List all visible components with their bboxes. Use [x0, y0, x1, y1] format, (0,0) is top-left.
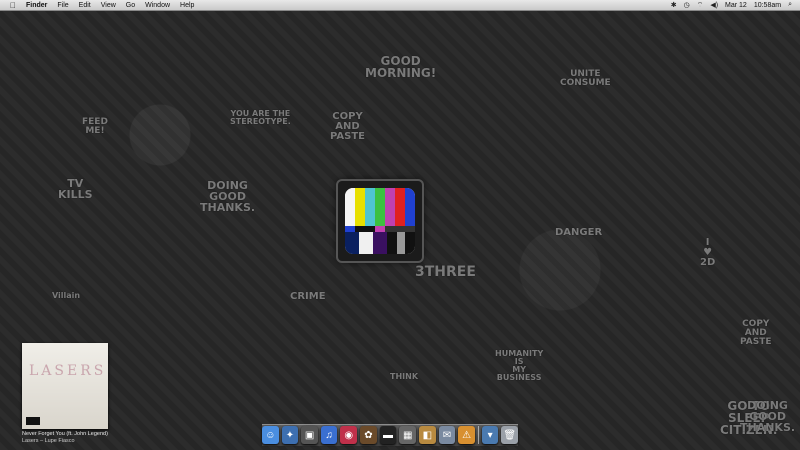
safari-icon[interactable]: ✦ [281, 426, 299, 444]
track-artist: Lasers – Lupe Fiasco [22, 438, 75, 444]
apple-icon[interactable]:  [8, 1, 18, 10]
wallpaper-text: GOOD MORNING! [365, 54, 437, 80]
wallpaper-text: FEED ME! [82, 117, 108, 136]
mail-icon[interactable]: ✉ [438, 426, 456, 444]
terminal-icon[interactable]: ▬ [379, 426, 397, 444]
photo-booth-icon[interactable]: ◉ [340, 426, 358, 444]
finder-icon[interactable]: ☺ [261, 426, 279, 444]
menubar-date[interactable]: Mar 12 [725, 2, 747, 9]
wallpaper-text: Villain [52, 291, 81, 300]
wallpaper-text: DANGER [555, 227, 603, 238]
wallpaper-text: DOING GOOD THANKS. [740, 399, 796, 434]
wallpaper-text: TV KILLS [58, 177, 93, 201]
preview-icon[interactable]: ◧ [418, 426, 436, 444]
track-title: Never Forget You (ft. John Legend) [22, 431, 108, 437]
trash-icon[interactable]: 🗑 [501, 426, 519, 444]
menu-finder[interactable]: Finder [26, 2, 47, 9]
wifi-icon[interactable]: ⌔ [697, 1, 704, 10]
itunes-icon[interactable]: ♫ [320, 426, 338, 444]
wallpaper-text: COPY AND PASTE [330, 111, 366, 142]
menu-bar:  Finder File Edit View Go Window Help ✱… [0, 0, 800, 11]
dock: ☺ ✦ ▣ ♫ ◉ ✿ ▬ ▦ ◧ ✉ ⚠ ▾ 🗑 [261, 424, 519, 446]
app-store-icon[interactable]: ⚠ [458, 426, 475, 444]
menu-window[interactable]: Window [145, 2, 170, 9]
dock-separator [477, 426, 479, 444]
tv-screen [345, 188, 415, 254]
menu-go[interactable]: Go [126, 2, 135, 9]
parental-advisory-icon [26, 417, 40, 425]
time-machine-icon[interactable]: ◷ [684, 1, 690, 9]
menubar-time[interactable]: 10:58am [754, 2, 781, 9]
wallpaper-text: UNITE CONSUME [560, 69, 611, 88]
menu-file[interactable]: File [57, 2, 68, 9]
wallpaper-text: THINK [390, 372, 419, 381]
menu-view[interactable]: View [101, 2, 116, 9]
now-playing-widget[interactable]: LASERS Never Forget You (ft. John Legend… [22, 343, 162, 444]
spotlight-icon[interactable]: ⌕ [788, 1, 792, 9]
wallpaper-text: DOING GOOD THANKS. [200, 179, 256, 214]
album-art[interactable]: LASERS [22, 343, 162, 429]
album-art-title: LASERS [29, 363, 107, 379]
photos-icon[interactable]: ✿ [360, 426, 377, 444]
tv-test-pattern-icon[interactable] [338, 181, 422, 261]
wallpaper-text: CRIME [290, 291, 326, 302]
wallpaper-text: YOU ARE THE STEREOTYPE. [230, 109, 291, 126]
menu-edit[interactable]: Edit [79, 2, 91, 9]
wallpaper-text: COPY AND PASTE [740, 319, 772, 347]
wallpaper-text: I ♥ 2D [700, 237, 716, 268]
activity-monitor-icon[interactable]: ▦ [399, 426, 416, 444]
facetime-icon[interactable]: ▣ [301, 426, 318, 444]
menu-help[interactable]: Help [180, 2, 194, 9]
wallpaper-text: HUMANITY IS MY BUSINESS [495, 349, 544, 382]
bluetooth-icon[interactable]: ✱ [671, 1, 677, 9]
volume-icon[interactable]: ◀) [710, 1, 718, 9]
wallpaper-text: 3THREE [415, 264, 476, 280]
downloads-icon[interactable]: ▾ [481, 426, 499, 444]
